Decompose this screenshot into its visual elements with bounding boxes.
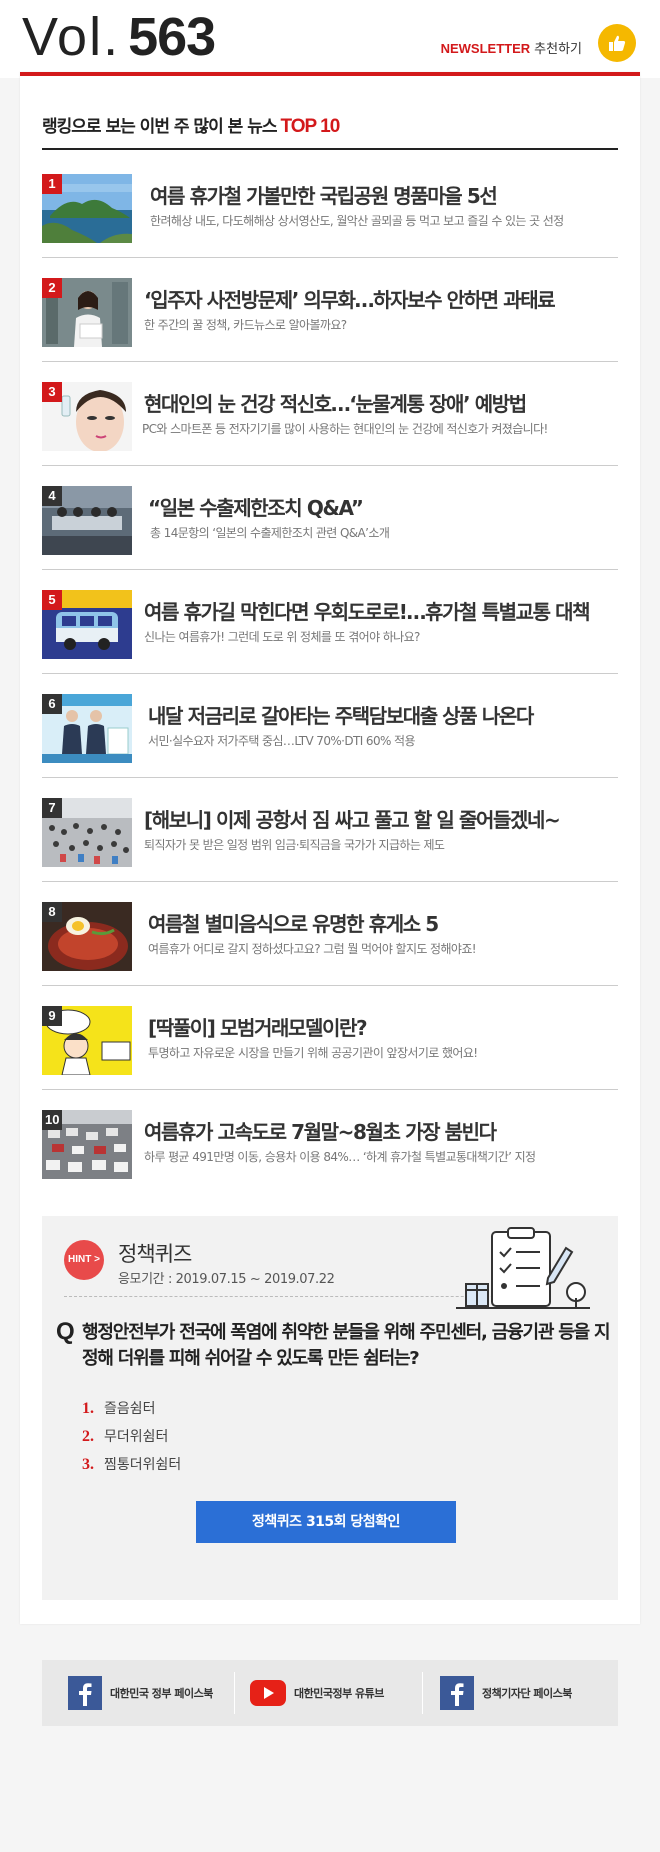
news-title[interactable]: 여름철 별미음식으로 유명한 휴게소 5 [148,908,439,937]
option-number: 3. [82,1456,94,1473]
news-item-9[interactable]: 9 [딱풀이] 모범거래모델이란? 투명하고 자유로운 시장을 만들기 위해 공… [42,986,642,1090]
option-text: 찜통더위쉼터 [104,1457,182,1473]
news-item-2[interactable]: 2 ‘입주자 사전방문제’ 의무화…하자보수 안하면 과태료 한 주간의 꿀 정… [42,258,642,362]
rank-badge: 8 [42,902,62,922]
facebook-icon [68,1676,102,1710]
social-divider [234,1672,235,1714]
news-thumbnail-1[interactable]: 1 [42,174,132,243]
rank-badge: 6 [42,694,62,714]
youtube-icon [250,1680,286,1706]
news-title[interactable]: [해보니] 이제 공항서 짐 싸고 풀고 할 일 줄어들겠네~ [144,804,561,833]
news-thumbnail-7[interactable]: 7 [42,798,132,867]
volume-label: Vol. [22,7,121,67]
recommend-label: 추천하기 [534,41,582,56]
social-link-label: 정책기자단 페이스북 [482,1687,572,1700]
ranking-heading-text: 랭킹으로 보는 이번 주 많이 본 뉴스 [42,117,277,137]
question-mark: Q [56,1318,75,1345]
quiz-result-button[interactable]: 정책퀴즈 315회 당첨확인 [196,1501,456,1543]
news-subtitle: 총 14문항의 ‘일본의 수출제한조치 관련 Q&A’소개 [150,526,390,540]
ranking-divider [42,148,618,150]
news-subtitle: PC와 스마트폰 등 전자기기를 많이 사용하는 현대인의 눈 건강에 적신호가… [142,422,548,436]
newsletter-label: NEWSLETTER [440,41,531,56]
ranking-heading: 랭킹으로 보는 이번 주 많이 본 뉴스 TOP 10 [42,112,340,138]
news-thumbnail-3[interactable]: 3 [42,382,132,451]
news-thumbnail-8[interactable]: 8 [42,902,132,971]
news-title[interactable]: 내달 저금리로 갈아타는 주택담보대출 상품 나온다 [148,700,534,729]
news-title[interactable]: 여름 휴가철 가볼만한 국립공원 명품마을 5선 [150,180,498,209]
quiz-option[interactable]: 1. 즐음쉼터 [82,1398,156,1418]
news-item-10[interactable]: 10 여름휴가 고속도로 7월말~8월초 가장 붐빈다 하루 평균 491만명 … [42,1090,642,1194]
quiz-title: 정책퀴즈 [118,1242,192,1266]
social-link-gov-facebook[interactable]: 대한민국 정부 페이스북 [68,1675,213,1711]
quiz-option[interactable]: 2. 무더위쉼터 [82,1426,168,1446]
social-link-label: 대한민국 정부 페이스북 [110,1687,213,1700]
volume-title: Vol. 563 [22,7,216,67]
news-thumbnail-6[interactable]: 6 [42,694,132,763]
news-subtitle: 서민·실수요자 저가주택 중심…LTV 70%·DTI 60% 적용 [148,734,415,748]
rank-badge: 3 [42,382,62,402]
rank-badge: 10 [42,1110,63,1130]
policy-quiz: HINT > 정책퀴즈 응모기간 : 2019.07.15 ~ 2019.07.… [42,1216,618,1600]
news-item-1[interactable]: 1 여름 휴가철 가볼만한 국립공원 명품마을 5선 한려해상 내도, 다도해해… [42,154,642,258]
facebook-icon [440,1676,474,1710]
option-text: 무더위쉼터 [104,1429,169,1445]
news-thumbnail-5[interactable]: 5 [42,590,132,659]
news-title[interactable]: 여름휴가 고속도로 7월말~8월초 가장 붐빈다 [144,1116,497,1145]
option-text: 즐음쉼터 [104,1401,156,1417]
rank-badge: 5 [42,590,62,610]
thumbs-up-button[interactable] [598,24,636,62]
news-subtitle: 하루 평균 491만명 이동, 승용차 이용 84%… ‘하계 휴가철 특별교통… [144,1150,536,1164]
news-item-7[interactable]: 7 [해보니] 이제 공항서 짐 싸고 풀고 할 일 줄어들겠네~ 퇴직자가 못… [42,778,642,882]
news-title[interactable]: “일본 수출제한조치 Q&A” [148,492,364,521]
news-item-8[interactable]: 8 여름철 별미음식으로 유명한 휴게소 5 여름휴가 어디로 갈지 정하셨다고… [42,882,642,986]
news-subtitle: 퇴직자가 못 받은 일정 범위 임금·퇴직금을 국가가 지급하는 제도 [144,838,445,852]
news-thumbnail-4[interactable]: 4 [42,486,132,555]
social-link-reporters-facebook[interactable]: 정책기자단 페이스북 [440,1675,572,1711]
newsletter-card: 랭킹으로 보는 이번 주 많이 본 뉴스 TOP 10 1 여름 휴가철 가볼만한… [20,72,640,1624]
social-divider [422,1672,423,1714]
news-title[interactable]: ‘입주자 사전방문제’ 의무화…하자보수 안하면 과태료 [144,284,556,313]
rank-badge: 4 [42,486,62,506]
news-subtitle: 한 주간의 꿀 정책, 카드뉴스로 알아볼까요? [144,318,347,332]
news-title[interactable]: 여름 휴가길 막힌다면 우회도로로!…휴가철 특별교통 대책 [144,596,591,625]
news-item-6[interactable]: 6 내달 저금리로 갈아타는 주택담보대출 상품 나온다 서민·실수요자 저가주… [42,674,642,778]
news-subtitle: 신나는 여름휴가! 그런데 도로 위 정체를 또 겪어야 하나요? [144,630,420,644]
news-thumbnail-10[interactable]: 10 [42,1110,132,1179]
news-subtitle: 여름휴가 어디로 갈지 정하셨다고요? 그럼 뭘 먹어야 할지도 정해야죠! [148,942,477,956]
clipboard-illustration-icon [456,1227,590,1309]
news-item-5[interactable]: 5 여름 휴가길 막힌다면 우회도로로!…휴가철 특별교통 대책 신나는 여름휴… [42,570,642,674]
ranking-heading-highlight: TOP 10 [280,116,340,137]
option-number: 2. [82,1428,94,1445]
social-link-label: 대한민국정부 유튜브 [294,1687,384,1700]
newsletter-recommend-link[interactable]: NEWSLETTER 추천하기 [441,38,582,57]
social-links-bar: 대한민국 정부 페이스북 대한민국정부 유튜브 정책기자단 페이스북 [42,1660,618,1726]
hint-badge[interactable]: HINT > [64,1240,104,1280]
rank-badge: 2 [42,278,62,298]
quiz-question: 행정안전부가 전국에 폭염에 취약한 분들을 위해 주민센터, 금융기관 등을 … [82,1322,611,1369]
news-thumbnail-2[interactable]: 2 [42,278,132,347]
thumbs-up-icon [609,35,626,51]
news-item-4[interactable]: 4 “일본 수출제한조치 Q&A” 총 14문항의 ‘일본의 수출제한조치 관련… [42,466,642,570]
quiz-period: 응모기간 : 2019.07.15 ~ 2019.07.22 [118,1272,335,1287]
news-subtitle: 투명하고 자유로운 시장을 만들기 위해 공공기관이 앞장서기로 했어요! [148,1046,478,1060]
news-title[interactable]: [딱풀이] 모범거래모델이란? [148,1012,368,1041]
rank-badge: 7 [42,798,62,818]
rank-badge: 9 [42,1006,62,1026]
news-title[interactable]: 현대인의 눈 건강 적신호…‘눈물계통 장애’ 예방법 [144,388,527,417]
option-number: 1. [82,1400,94,1417]
quiz-option[interactable]: 3. 찜통더위쉼터 [82,1454,181,1474]
volume-number: 563 [128,7,216,67]
newsletter-header: Vol. 563 NEWSLETTER 추천하기 [0,0,660,78]
rank-badge: 1 [42,174,62,194]
social-link-gov-youtube[interactable]: 대한민국정부 유튜브 [250,1675,384,1711]
news-subtitle: 한려해상 내도, 다도해해상 상서영산도, 월악산 골뫼골 등 먹고 보고 즐길… [150,214,564,228]
news-item-3[interactable]: 3 현대인의 눈 건강 적신호…‘눈물계통 장애’ 예방법 PC와 스마트폰 등… [42,362,642,466]
news-thumbnail-9[interactable]: 9 [42,1006,132,1075]
